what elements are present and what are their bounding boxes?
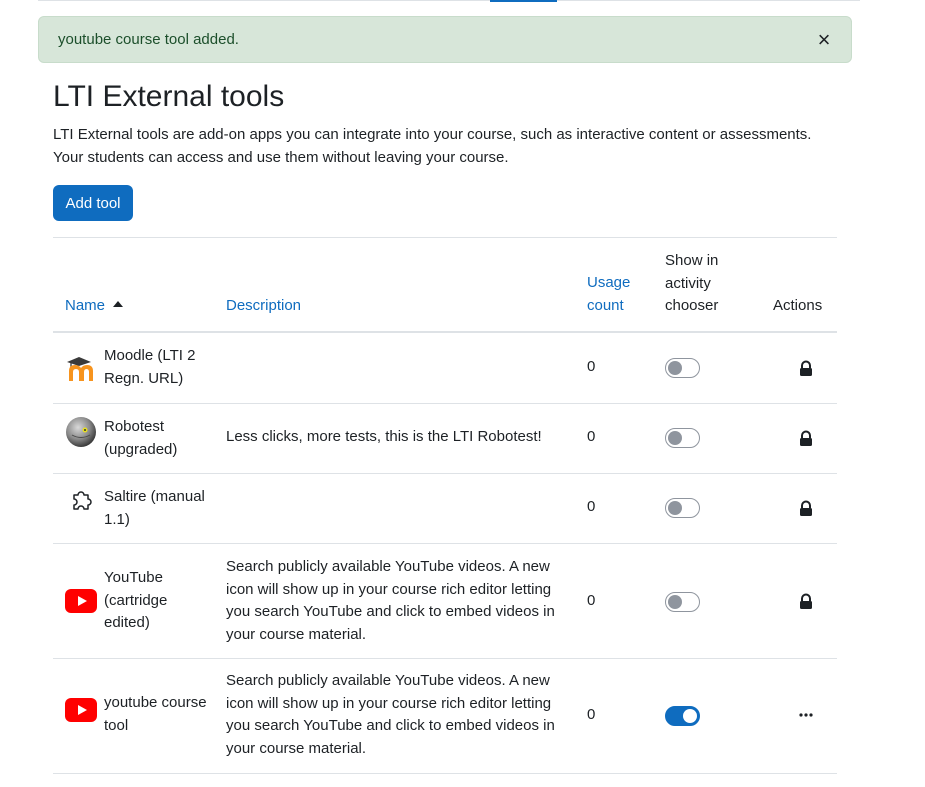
page-intro: LTI External tools are add-on apps you c… xyxy=(53,126,812,166)
toggle-knob xyxy=(668,501,682,515)
table-row: YouTube (cartridge edited) Search public… xyxy=(53,544,837,659)
toggle-knob xyxy=(668,595,682,609)
page-title: LTI External tools xyxy=(53,80,285,113)
table-row: youtube course tool Search publicly avai… xyxy=(53,659,837,774)
puzzle-piece-icon xyxy=(73,491,92,510)
column-header-actions: Actions xyxy=(773,297,823,314)
tool-description: Less clicks, more tests, this is the LTI… xyxy=(226,428,542,445)
success-alert: youtube course tool added. × xyxy=(38,16,852,63)
tool-description: Search publicly available YouTube videos… xyxy=(226,558,555,643)
show-in-chooser-toggle[interactable] xyxy=(665,358,700,378)
column-header-usage-count[interactable]: Usage count xyxy=(587,272,647,317)
usage-count: 0 xyxy=(587,592,596,609)
show-in-chooser-toggle[interactable] xyxy=(665,428,700,448)
table-header: Name Description Usage count Show in act… xyxy=(53,238,837,333)
usage-count: 0 xyxy=(587,358,596,375)
toggle-knob xyxy=(668,431,682,445)
tool-name: YouTube (cartridge edited) xyxy=(104,569,168,631)
table-row: Saltire (manual 1.1) 0 xyxy=(53,474,837,544)
sort-by-name-link[interactable]: Name xyxy=(65,297,105,314)
column-header-show-in-chooser: Show in activity chooser xyxy=(665,252,719,314)
usage-count: 0 xyxy=(587,498,596,515)
close-icon[interactable]: × xyxy=(813,28,835,52)
more-options-icon[interactable] xyxy=(798,706,814,724)
tools-table: Name Description Usage count Show in act… xyxy=(53,237,837,774)
toggle-knob xyxy=(683,709,697,723)
toggle-knob xyxy=(668,361,682,375)
youtube-icon xyxy=(65,589,97,613)
lock-icon xyxy=(800,360,812,376)
moodle-logo-icon xyxy=(67,357,93,381)
tool-name: Moodle (LTI 2 Regn. URL) xyxy=(104,347,196,387)
usage-count: 0 xyxy=(587,706,596,723)
lock-icon xyxy=(800,500,812,516)
tool-name: Robotest (upgraded) xyxy=(104,418,178,458)
show-in-chooser-toggle[interactable] xyxy=(665,498,700,518)
tool-name: youtube course tool xyxy=(104,694,207,734)
alert-message: youtube course tool added. xyxy=(58,31,239,48)
sort-ascending-icon xyxy=(113,301,124,307)
active-nav-indicator xyxy=(490,0,557,2)
tool-description: Search publicly available YouTube videos… xyxy=(226,672,555,757)
youtube-icon xyxy=(65,698,97,722)
add-tool-button[interactable]: Add tool xyxy=(53,185,133,221)
table-row: Moodle (LTI 2 Regn. URL) 0 xyxy=(53,333,837,404)
column-header-name[interactable]: Name xyxy=(65,295,124,318)
lock-icon xyxy=(800,593,812,609)
robot-ball-icon xyxy=(66,417,96,447)
show-in-chooser-toggle[interactable] xyxy=(665,592,700,612)
table-row: Robotest (upgraded) Less clicks, more te… xyxy=(53,404,837,474)
usage-count: 0 xyxy=(587,428,596,445)
show-in-chooser-toggle[interactable] xyxy=(665,706,700,726)
tool-name: Saltire (manual 1.1) xyxy=(104,488,205,528)
lock-icon xyxy=(800,430,812,446)
column-header-description[interactable]: Description xyxy=(226,295,301,318)
nav-underline xyxy=(38,0,860,1)
